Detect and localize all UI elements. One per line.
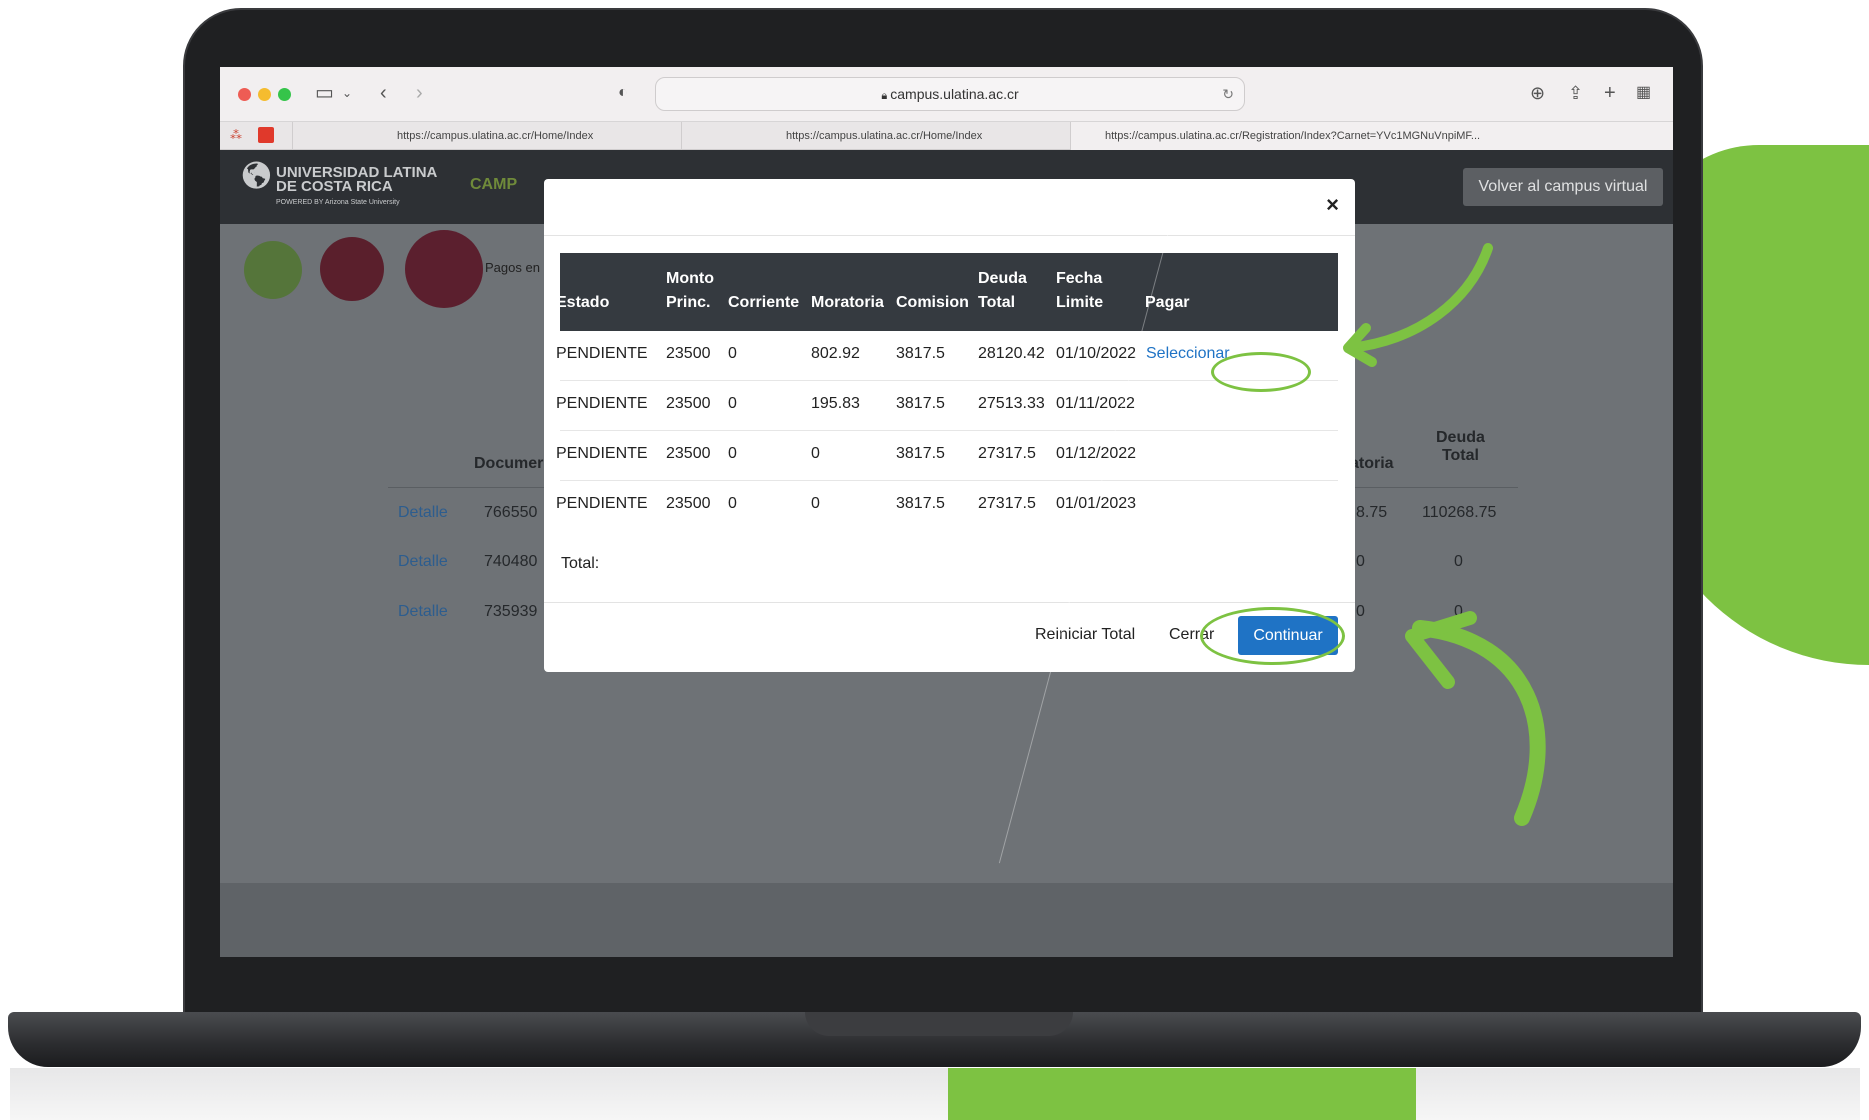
arrow-to-continuar bbox=[1412, 620, 1546, 826]
arrow-to-seleccionar bbox=[1345, 243, 1493, 353]
marketing-stage: ▭ ⌄ ‹ › ◐ 🔒︎ campus.ulatina.ac.cr ↻ ⊕ ⇪ … bbox=[0, 0, 1869, 1120]
arrowhead-continuar bbox=[1405, 611, 1477, 689]
annotation-arrows bbox=[1343, 243, 1546, 826]
